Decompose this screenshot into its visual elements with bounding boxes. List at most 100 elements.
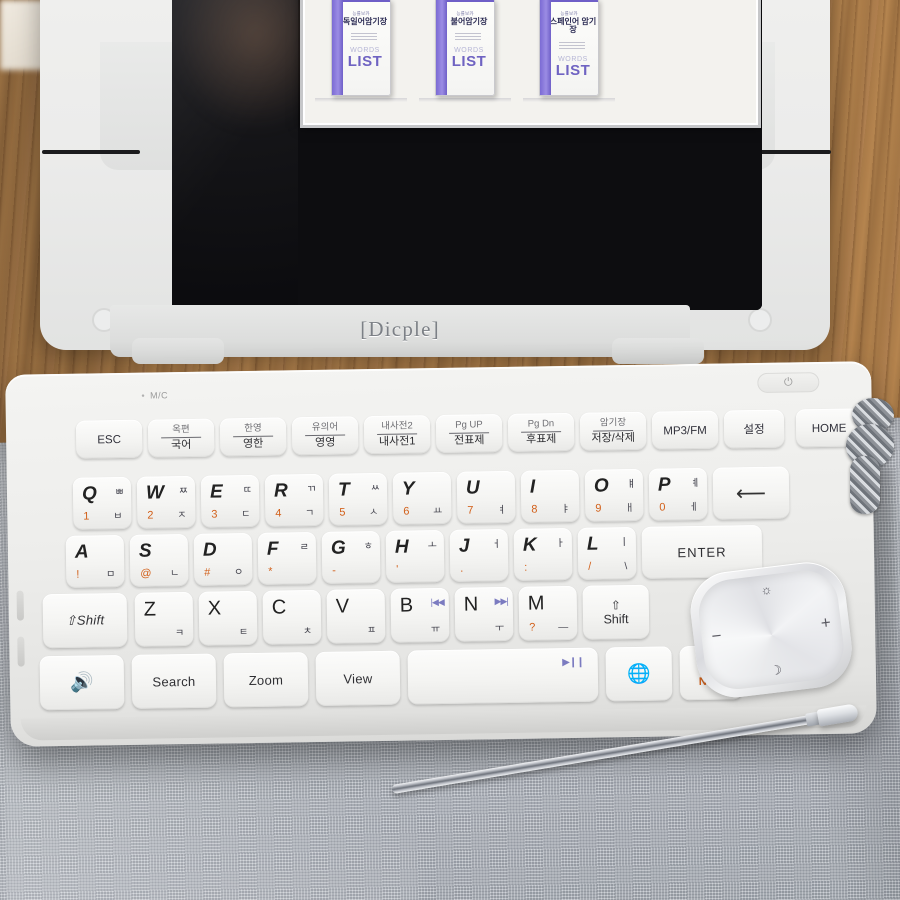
shift-key-left[interactable]: ⇧Shift [42,592,128,649]
fn-key-설정[interactable]: 설정 [723,409,785,449]
wordbook-item[interactable]: 불어 암기장능률보카불어암기장WORDSLIST [413,0,517,115]
key-hangul: ㅐ [625,502,635,515]
fn-key-유의어-영영[interactable]: 유의어 영영 [291,416,359,456]
key-letter: V [335,595,350,618]
speaker-icon: 🔊 [69,672,94,694]
volume-up-icon[interactable]: + [820,613,832,634]
wordbook-cover: 능률보카 불어암기장 WORDS LIST [435,0,495,96]
key-o[interactable]: O ㅒ 9 ㅐ [584,468,644,522]
wordbook-item[interactable]: 스페인어 암기장능률보카스페인어 암기장WORDSLIST [517,0,621,115]
key-c[interactable]: Cㅊ [262,589,322,645]
volume-down-icon[interactable]: − [710,626,722,647]
zoom-label: Zoom [248,671,284,688]
fn-key-옥편-국어[interactable]: 옥편 국어 [147,418,215,458]
key-j[interactable]: J ㅓ. [449,528,509,582]
key-y[interactable]: Y 6 ㅛ [392,471,452,525]
backspace-icon: ⟵ [735,481,767,505]
key-hangul: ㅔ [689,501,699,514]
key-v[interactable]: Vㅍ [326,588,386,644]
key-hangul-shift: ㄸ [242,484,253,497]
book-list-label: LIST [555,61,591,79]
fn-key-pg-dn-후표제[interactable]: Pg Dn 후표제 [507,412,575,452]
key-letter: Z [143,598,157,621]
key-b[interactable]: B |◀◀ ㅠ [390,587,450,643]
fn-key-lower-label: 국어 [171,438,192,451]
key-hangul: \ [624,561,628,573]
screenshot-root: DIC TIONARY 암기장 암기장 영어 암기장능률보카영어암기장WORDS… [0,0,900,900]
wordbook-grid-row-2: 독일어 암기장능률보카독일어암기장WORDSLIST불어 암기장능률보카불어암기… [309,0,752,115]
key-t[interactable]: T ㅆ 5 ㅅ [328,472,388,526]
brightness-down-icon[interactable]: ☽ [769,662,782,679]
view-key[interactable]: View [315,650,401,706]
key-z[interactable]: Zㅋ [134,591,194,647]
wordbook-item[interactable]: 독일어 암기장능률보카독일어암기장WORDSLIST [309,0,413,115]
key-m[interactable]: M? — [518,585,578,641]
key-hangul-shift: ㅖ [690,477,701,490]
key-g[interactable]: G ㅎ - [321,530,381,584]
fn-key-esc[interactable]: ESC [75,419,143,459]
key-e[interactable]: E ㄸ 3 ㄷ [200,474,260,528]
key-f[interactable]: F ㄹ * [257,531,317,585]
lid-vent-slot-left [42,150,140,154]
screen-bezel: DIC TIONARY 암기장 암기장 영어 암기장능률보카영어암기장WORDS… [172,0,762,310]
key-h[interactable]: H ㅗ ' [385,529,445,583]
search-key[interactable]: Search [131,653,217,709]
fn-key-내사전2-내사전1[interactable]: 내사전2 내사전1 [363,415,431,455]
key-r[interactable]: R ㄲ 4 ㄱ [264,473,324,527]
key-n[interactable]: N ▶▶| ㅜ [454,586,514,642]
key-hangul: ㅑ [561,503,571,516]
key-number-symbol: 3 [211,508,218,521]
fn-key-한영-영한[interactable]: 한영 영한 [219,417,287,457]
book-blurb-lines [449,31,481,42]
shift-right-label: Shift [603,612,629,627]
key-hangul: ㅍ [366,625,377,637]
key-hangul-shift: ㄹ [299,542,309,554]
space-key[interactable]: ▶❙❙ [407,647,599,705]
book-list-label: LIST [451,53,487,71]
brightness-up-icon[interactable]: ☼ [760,581,774,597]
dpad-surface[interactable]: ☼ ☽ − + [695,566,848,693]
key-number-symbol: 2 [147,509,154,522]
key-p[interactable]: P ㅖ 0 ㅔ [648,467,708,521]
key-s[interactable]: S @ ㄴ [129,533,189,587]
fn-key-pg-up-전표제[interactable]: Pg UP 전표제 [435,414,503,454]
lcd-screen[interactable]: DIC TIONARY 암기장 암기장 영어 암기장능률보카영어암기장WORDS… [172,0,762,310]
speaker-key[interactable]: 🔊 [39,654,125,711]
backspace-key[interactable]: ⟵ [712,466,790,520]
key-letter: H [394,536,409,558]
fn-key-label: MP3/FM [663,424,707,438]
language-key[interactable]: 🌐 [605,646,673,702]
fn-key-lower-label: 전표제 [453,434,485,447]
key-number-symbol: @ [140,567,152,580]
fn-key-mp3-fm[interactable]: MP3/FM [651,410,719,450]
key-letter: A [74,541,89,563]
key-hangul-shift: ㅃ [114,486,125,499]
key-number-symbol: ? [529,621,536,634]
fn-key-stack: 암기장 저장/삭제 [580,417,646,445]
content-board: 영어 암기장능률보카영어암기장WORDSLIST국어 암기장능률보카국어암기장W… [300,0,761,128]
fn-key-stack: Pg Dn 후표제 [508,418,574,447]
fn-key-stack: 한영 영한 [220,423,286,451]
dpad-control[interactable]: ☼ ☽ − + [686,557,857,702]
key-d[interactable]: D # ㅇ [193,532,253,586]
fn-key-암기장-저장-삭제[interactable]: 암기장 저장/삭제 [579,411,647,451]
key-hangul: — [558,622,569,634]
shift-key-right[interactable]: ⇧ Shift [582,584,650,640]
key-x[interactable]: Xㅌ [198,590,258,646]
key-q[interactable]: Q ㅃ 1 ㅂ [72,476,132,530]
fn-key-upper-label: 유의어 [311,421,339,433]
key-w[interactable]: Wㅉ 2 ㅈ [136,475,196,529]
key-l[interactable]: L ㅣ / \ [577,526,637,580]
key-u[interactable]: U 7 ㅕ [456,470,516,524]
book-shelf-shadow [419,98,511,102]
key-hangul: ㅌ [238,627,249,639]
key-hangul: ㄷ [241,508,251,521]
key-hangul: ㅊ [302,626,313,638]
fn-key-stack: 유의어 영영 [292,421,358,450]
zoom-key[interactable]: Zoom [223,652,309,708]
key-hangul-shift: ㅏ [555,538,565,550]
key-k[interactable]: K ㅏ: [513,527,573,581]
key-i[interactable]: I 8 ㅑ [520,469,580,523]
fn-key-label: ESC [97,433,122,446]
key-a[interactable]: A! ㅁ [65,534,125,588]
